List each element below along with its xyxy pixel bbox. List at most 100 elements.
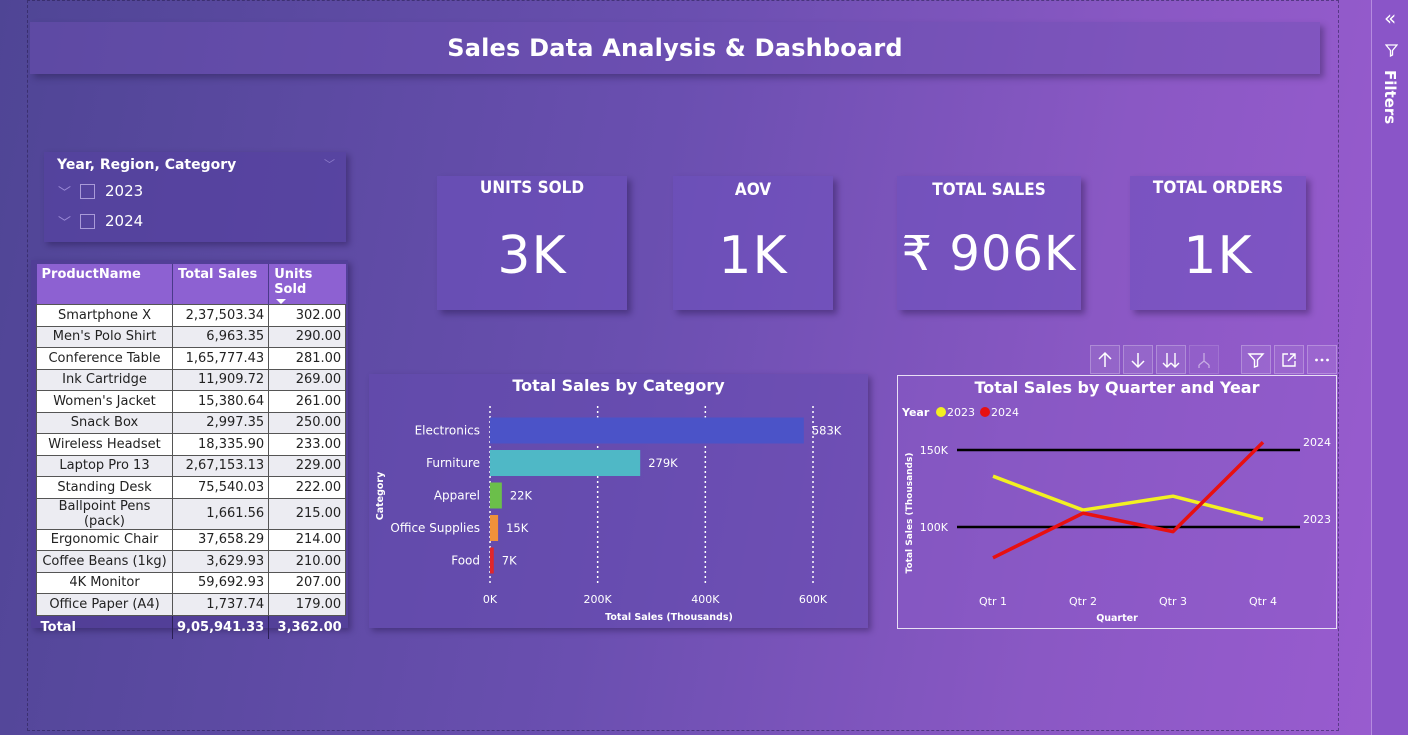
slicer-item-2024[interactable]: ﹀ 2024 [58,211,143,231]
x-tick-label: Qtr 1 [979,595,1007,608]
hierarchy-slicer[interactable]: Year, Region, Category ﹀ ﹀ 2023 ﹀ 2024 [44,152,346,242]
sort-descending-icon[interactable] [276,299,287,304]
kpi-card-total-sales[interactable]: TOTAL SALES ₹ 906K [897,176,1081,310]
product-table[interactable]: ProductName Total Sales Units Sold Smart… [36,264,347,639]
kpi-value: 3K [497,226,567,286]
cell-total-sales: 15,380.64 [171,390,270,413]
cell-product-name: Wireless Headset [36,433,173,456]
table-row[interactable]: Conference Table 1,65,777.43 281.00 [36,347,347,370]
data-label: 22K [510,489,533,503]
table-row[interactable]: Laptop Pro 13 2,67,153.13 229.00 [36,454,347,477]
legend-marker [936,407,946,417]
cell-units-sold: 207.00 [268,571,347,594]
funnel-icon [1384,42,1399,61]
cell-product-name: Snack Box [36,411,173,434]
table-row[interactable]: Smartphone X 2,37,503.34 302.00 [36,304,347,327]
kpi-card-total-orders[interactable]: TOTAL ORDERS 1K [1130,176,1306,310]
chevron-down-icon[interactable]: ﹀ [58,182,80,201]
chevron-down-icon[interactable]: ﹀ [58,212,80,231]
cell-product-name: Ballpoint Pens (pack) [36,497,173,530]
table-row[interactable]: Ergonomic Chair 37,658.29 214.00 [36,528,347,551]
kpi-value: 1K [1183,226,1253,286]
table-total-row: Total 9,05,941.33 3,362.00 [36,615,346,639]
kpi-value: ₹ 906K [901,226,1077,282]
end-label: 2023 [1303,513,1331,526]
column-header-units-sold[interactable]: Units Sold [268,264,346,305]
bar [490,547,494,574]
y-axis-title: Total Sales (Thousands) [905,453,915,574]
table-row[interactable]: Women's Jacket 15,380.64 261.00 [36,390,347,413]
filters-label[interactable]: Filters [1381,70,1399,124]
more-options-icon[interactable] [1307,345,1337,374]
sales-by-category-chart[interactable]: Total Sales by Category 0K 200K 400K 600K El… [369,374,868,628]
table-row[interactable]: 4K Monitor 59,692.93 207.00 [36,571,347,594]
slicer-item-label: 2023 [105,182,144,200]
cell-total-sales: 59,692.93 [171,571,270,594]
cell-total-sales: 1,661.56 [171,497,270,530]
column-header-product[interactable]: ProductName [36,264,173,305]
bar [490,417,804,444]
kpi-label: UNITS SOLD [479,178,585,198]
cell-total-sales: 1,65,777.43 [171,347,270,370]
double-chevron-left-icon[interactable]: « [1384,6,1396,30]
category-label: Electronics [415,424,480,438]
checkbox[interactable] [80,183,95,199]
x-tick-label: Qtr 4 [1249,595,1277,608]
column-header-total-sales[interactable]: Total Sales [172,264,270,305]
bar [490,515,499,541]
kpi-card-units-sold[interactable]: UNITS SOLD 3K [437,176,627,310]
kpi-card-aov[interactable]: AOV 1K [673,176,833,310]
table-row[interactable]: Ballpoint Pens (pack) 1,661.56 215.00 [36,497,347,530]
data-label: 15K [506,521,529,535]
table-row[interactable]: Standing Desk 75,540.03 222.00 [36,476,347,499]
y-tick-label: 150K [920,444,949,457]
x-tick-label: 200K [584,593,613,606]
slicer-item-2023[interactable]: ﹀ 2023 [58,181,143,201]
table-row[interactable]: Men's Polo Shirt 6,963.35 290.00 [36,325,347,348]
line-chart-svg: Year 2023 2024 150K 100K 2024 2023 Qtr 1 Qtr 2 Qt… [901,406,1331,624]
cell-units-sold: 281.00 [268,347,347,370]
cell-total-sales: 2,997.35 [171,411,270,434]
table-row[interactable]: Ink Cartridge 11,909.72 269.00 [36,368,347,391]
focus-mode-icon[interactable] [1274,345,1304,374]
arrow-down-icon[interactable] [1123,345,1153,374]
legend-label: 2023 [947,406,975,419]
cell-product-name: Coffee Beans (1kg) [36,550,173,573]
data-label: 279K [648,456,678,470]
filter-icon[interactable] [1241,345,1271,374]
double-arrow-down-icon[interactable] [1156,345,1186,374]
sales-by-quarter-chart[interactable]: Total Sales by Quarter and Year Year 2023… [897,375,1337,629]
table-row[interactable]: Office Paper (A4) 1,737.74 179.00 [36,593,347,616]
chevron-down-icon[interactable]: ﹀ [324,156,335,172]
cell-product-name: 4K Monitor [36,571,173,594]
table-row[interactable]: Coffee Beans (1kg) 3,629.93 210.00 [36,550,347,573]
cell-product-name: Office Paper (A4) [36,593,173,616]
cell-units-sold: 233.00 [268,433,347,456]
legend-marker [980,407,990,417]
expand-hierarchy-icon[interactable] [1189,345,1219,374]
filters-pane[interactable]: « Filters [1371,0,1408,735]
title-banner: Sales Data Analysis & Dashboard [30,22,1320,74]
cell-total-sales: 6,963.35 [171,325,270,348]
bar [490,482,502,509]
arrow-up-icon[interactable] [1090,345,1120,374]
cell-total-sales: 37,658.29 [171,528,270,551]
cell-product-name: Ergonomic Chair [36,528,173,551]
cell-units-sold: 302.00 [268,304,347,327]
x-tick-label: Qtr 3 [1159,595,1187,608]
x-axis-title: Quarter [1096,613,1138,624]
cell-units-sold: 261.00 [268,390,347,413]
cell-product-name: Women's Jacket [36,390,173,413]
x-tick-label: 600K [799,593,828,606]
kpi-label: TOTAL ORDERS [1152,178,1284,198]
cell-product-name: Standing Desk [36,476,173,499]
table-row[interactable]: Snack Box 2,997.35 250.00 [36,411,347,434]
cell-product-name: Ink Cartridge [36,368,173,391]
cell-units-sold: 215.00 [268,497,347,530]
product-table-visual[interactable]: ProductName Total Sales Units Sold Smart… [31,260,348,639]
table-row[interactable]: Wireless Headset 18,335.90 233.00 [36,433,347,456]
checkbox[interactable] [80,213,95,229]
category-label: Office Supplies [390,521,480,535]
bar [490,450,641,476]
cell-product-name: Conference Table [36,347,173,370]
